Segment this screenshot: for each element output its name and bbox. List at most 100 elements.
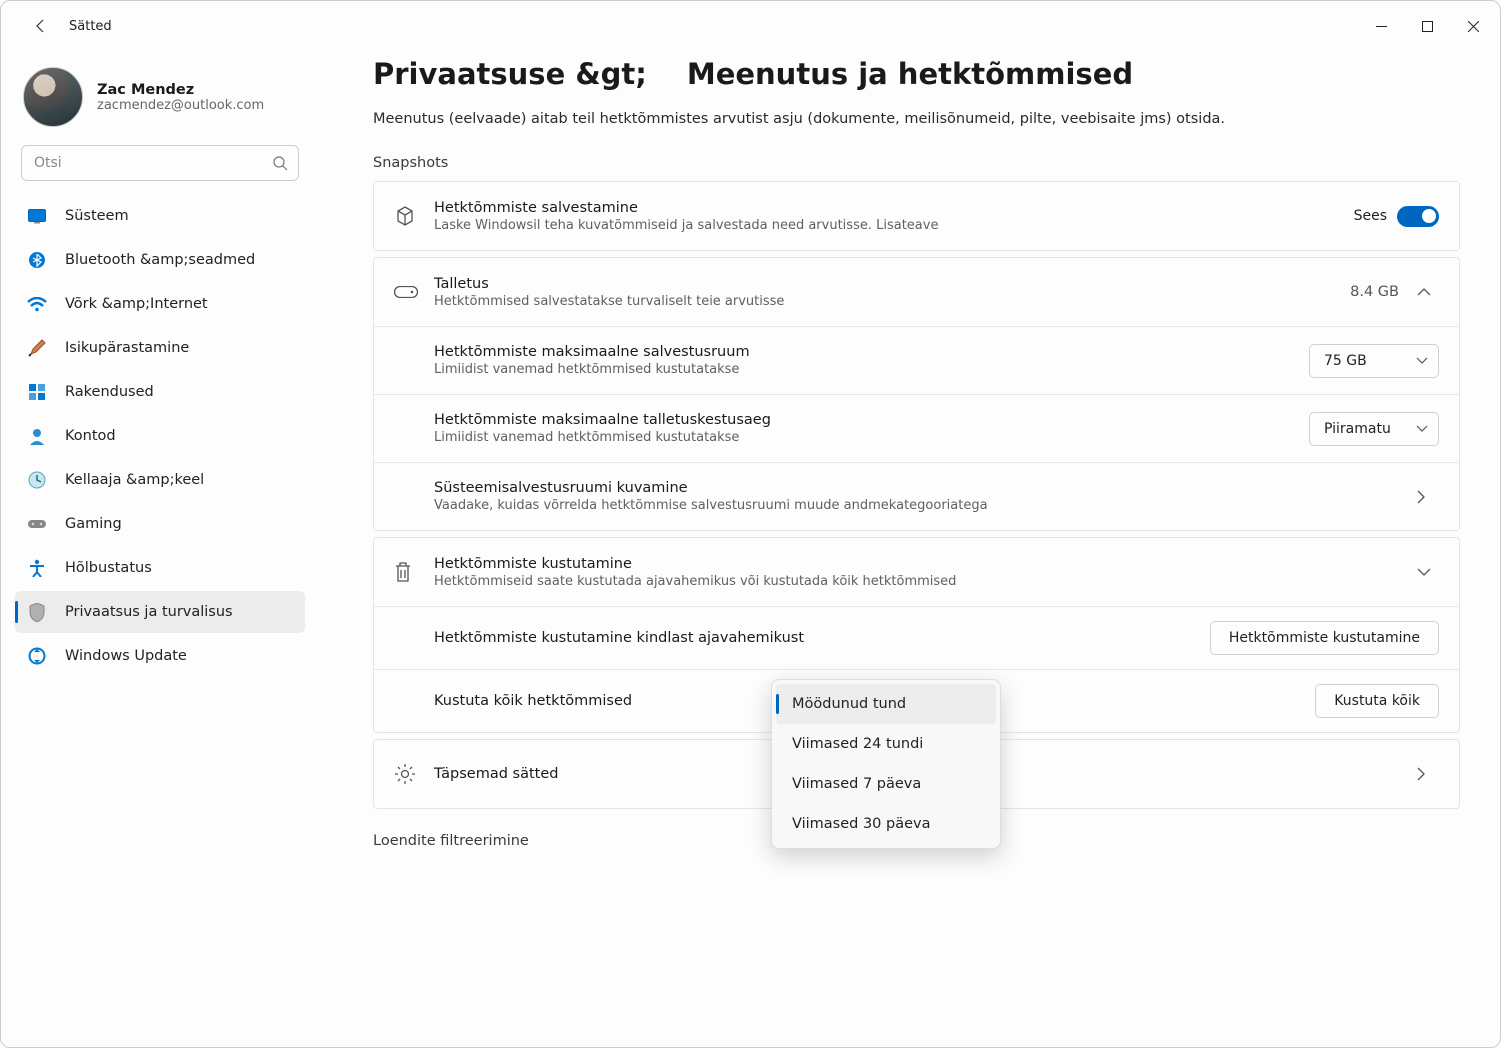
delete-range-button[interactable]: Hetktõmmiste kustutamine (1210, 621, 1439, 655)
max-storage-title: Hetktõmmiste maksimaalne salvestusruum (434, 344, 1309, 360)
nav-label: Isikupärastamine (65, 340, 189, 356)
breadcrumb: Privaatsuse &gt; Meenutus ja hetktõmmise… (373, 57, 1460, 91)
storage-card: Talletus Hetktõmmised salvestatakse turv… (373, 257, 1460, 531)
nav-label: Gaming (65, 516, 122, 532)
nav-network[interactable]: Võrk &amp;Internet (15, 283, 305, 325)
nav-label: Hõlbustatus (65, 560, 152, 576)
chevron-down-icon (1417, 568, 1439, 576)
nav-accounts[interactable]: Kontod (15, 415, 305, 457)
profile-name: Zac Mendez (97, 82, 264, 98)
chevron-right-icon (1417, 767, 1439, 781)
nav-accessibility[interactable]: Hõlbustatus (15, 547, 305, 589)
delete-sub: Hetktõmmiseid saate kustutada ajavahemik… (434, 574, 1417, 589)
nav-privacy[interactable]: Privaatsus ja turvalisus (15, 591, 305, 633)
save-title: Hetktõmmiste salvestamine (434, 200, 1354, 216)
popup-option-24h[interactable]: Viimased 24 tundi (776, 724, 996, 764)
app-title: Sätted (69, 19, 112, 34)
popup-option-30d[interactable]: Viimased 30 päeva (776, 804, 996, 844)
nav-list: Süsteem Bluetooth &amp;seadmed Võrk &amp… (15, 195, 305, 677)
nav-label: Süsteem (65, 208, 129, 224)
section-label-snapshots: Snapshots (373, 155, 1460, 171)
nav-label: Võrk &amp;Internet (65, 296, 208, 312)
nav-label: Rakendused (65, 384, 154, 400)
profile-block[interactable]: Zac Mendez zacmendez@outlook.com (15, 61, 305, 139)
display-icon (27, 206, 47, 226)
toggle-state-label: Sees (1354, 208, 1387, 224)
sys-storage-sub: Vaadake, kuidas võrrelda hetktõmmise sal… (434, 498, 1417, 513)
nav-label: Kontod (65, 428, 116, 444)
search-box[interactable] (21, 145, 299, 181)
main-content: Privaatsuse &gt; Meenutus ja hetktõmmise… (315, 51, 1500, 1047)
chevron-right-icon (1417, 490, 1439, 504)
shield-icon (27, 602, 47, 622)
page-title: Meenutus ja hetktõmmised (687, 57, 1133, 91)
breadcrumb-parent[interactable]: Privaatsuse &gt; (373, 57, 647, 91)
close-button[interactable] (1450, 6, 1496, 46)
profile-email: zacmendez@outlook.com (97, 98, 264, 113)
nav-system[interactable]: Süsteem (15, 195, 305, 237)
max-duration-dropdown[interactable]: Piiramatu (1309, 412, 1439, 446)
update-icon (27, 646, 47, 666)
titlebar: Sätted (1, 1, 1500, 51)
search-input[interactable] (34, 155, 272, 171)
max-storage-row: Hetktõmmiste maksimaalne salvestusruum L… (374, 326, 1459, 394)
max-duration-row: Hetktõmmiste maksimaalne talletuskestusa… (374, 394, 1459, 462)
bluetooth-icon (27, 250, 47, 270)
max-storage-dropdown[interactable]: 75 GB (1309, 344, 1439, 378)
storage-title: Talletus (434, 276, 1350, 292)
max-duration-value: Piiramatu (1324, 421, 1391, 437)
clock-icon (27, 470, 47, 490)
max-storage-value: 75 GB (1324, 353, 1367, 369)
maximize-button[interactable] (1404, 6, 1450, 46)
storage-icon (394, 286, 434, 298)
back-button[interactable] (23, 8, 59, 44)
delete-all-button[interactable]: Kustuta kõik (1315, 684, 1439, 718)
nav-time[interactable]: Kellaaja &amp;keel (15, 459, 305, 501)
accessibility-icon (27, 558, 47, 578)
storage-sub: Hetktõmmised salvestatakse turvaliselt t… (434, 294, 1350, 309)
nav-bluetooth[interactable]: Bluetooth &amp;seadmed (15, 239, 305, 281)
nav-label: Kellaaja &amp;keel (65, 472, 204, 488)
sidebar: Zac Mendez zacmendez@outlook.com Süsteem… (1, 51, 315, 1047)
max-duration-sub: Limiidist vanemad hetktõmmised kustutata… (434, 430, 1309, 445)
popup-option-7d[interactable]: Viimased 7 päeva (776, 764, 996, 804)
chevron-up-icon (1417, 288, 1439, 296)
save-toggle[interactable] (1397, 206, 1439, 227)
wifi-icon (27, 294, 47, 314)
delete-title: Hetktõmmiste kustutamine (434, 556, 1417, 572)
nav-personalization[interactable]: Isikupärastamine (15, 327, 305, 369)
max-storage-sub: Limiidist vanemad hetktõmmised kustutata… (434, 362, 1309, 377)
chevron-down-icon (1416, 425, 1428, 432)
system-storage-row[interactable]: Süsteemisalvestusruumi kuvamine Vaadake,… (374, 462, 1459, 530)
minimize-button[interactable] (1358, 6, 1404, 46)
nav-apps[interactable]: Rakendused (15, 371, 305, 413)
max-duration-title: Hetktõmmiste maksimaalne talletuskestusa… (434, 412, 1309, 428)
gamepad-icon (27, 514, 47, 534)
avatar (23, 67, 83, 127)
delete-range-title: Hetktõmmiste kustutamine kindlast ajavah… (434, 630, 966, 646)
chevron-down-icon (1416, 357, 1428, 364)
gear-icon (394, 763, 434, 785)
sys-storage-title: Süsteemisalvestusruumi kuvamine (434, 480, 1417, 496)
nav-gaming[interactable]: Gaming (15, 503, 305, 545)
save-snapshots-card: Hetktõmmiste salvestamine Laske Windowsi… (373, 181, 1460, 251)
popup-option-past-hour[interactable]: Möödunud tund (776, 684, 996, 724)
storage-size: 8.4 GB (1350, 284, 1399, 300)
window-controls (1358, 6, 1496, 46)
page-description: Meenutus (eelvaade) aitab teil hetktõmmi… (373, 111, 1460, 127)
save-sub: Laske Windowsil teha kuvatõmmiseid ja sa… (434, 218, 1354, 233)
nav-label: Windows Update (65, 648, 187, 664)
nav-label: Privaatsus ja turvalisus (65, 604, 233, 620)
snapshot-icon (394, 205, 434, 227)
storage-header-row[interactable]: Talletus Hetktõmmised salvestatakse turv… (374, 258, 1459, 326)
nav-update[interactable]: Windows Update (15, 635, 305, 677)
apps-icon (27, 382, 47, 402)
search-icon (272, 155, 288, 171)
trash-icon (394, 561, 434, 583)
delete-range-row: Hetktõmmiste kustutamine kindlast ajavah… (374, 606, 1459, 669)
brush-icon (27, 338, 47, 358)
nav-label: Bluetooth &amp;seadmed (65, 252, 255, 268)
person-icon (27, 426, 47, 446)
timerange-dropdown-popup: Möödunud tund Viimased 24 tundi Viimased… (771, 679, 1001, 849)
delete-header-row[interactable]: Hetktõmmiste kustutamine Hetktõmmiseid s… (374, 538, 1459, 606)
